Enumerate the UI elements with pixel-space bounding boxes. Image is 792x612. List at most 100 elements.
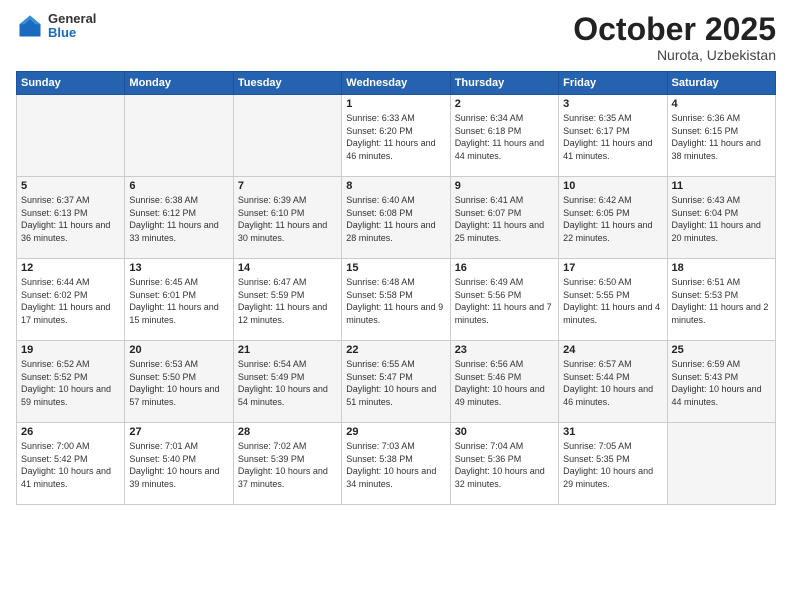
day-info: Sunrise: 6:43 AMSunset: 6:04 PMDaylight:… [672,194,771,244]
calendar-cell: 21Sunrise: 6:54 AMSunset: 5:49 PMDayligh… [233,341,341,423]
calendar-row-2: 5Sunrise: 6:37 AMSunset: 6:13 PMDaylight… [17,177,776,259]
calendar-cell: 5Sunrise: 6:37 AMSunset: 6:13 PMDaylight… [17,177,125,259]
day-number: 13 [129,262,228,274]
weekday-header-saturday: Saturday [667,72,775,95]
day-info: Sunrise: 6:41 AMSunset: 6:07 PMDaylight:… [455,194,554,244]
calendar-cell: 8Sunrise: 6:40 AMSunset: 6:08 PMDaylight… [342,177,450,259]
weekday-header-sunday: Sunday [17,72,125,95]
day-number: 21 [238,344,337,356]
day-number: 2 [455,98,554,110]
day-info: Sunrise: 6:38 AMSunset: 6:12 PMDaylight:… [129,194,228,244]
day-info: Sunrise: 6:52 AMSunset: 5:52 PMDaylight:… [21,358,120,408]
day-info: Sunrise: 6:51 AMSunset: 5:53 PMDaylight:… [672,276,771,326]
day-info: Sunrise: 6:42 AMSunset: 6:05 PMDaylight:… [563,194,662,244]
calendar-cell [125,95,233,177]
day-info: Sunrise: 7:03 AMSunset: 5:38 PMDaylight:… [346,440,445,490]
calendar-cell: 26Sunrise: 7:00 AMSunset: 5:42 PMDayligh… [17,423,125,505]
day-info: Sunrise: 7:04 AMSunset: 5:36 PMDaylight:… [455,440,554,490]
day-number: 14 [238,262,337,274]
calendar-cell: 24Sunrise: 6:57 AMSunset: 5:44 PMDayligh… [559,341,667,423]
day-number: 8 [346,180,445,192]
day-number: 17 [563,262,662,274]
day-info: Sunrise: 7:05 AMSunset: 5:35 PMDaylight:… [563,440,662,490]
day-number: 6 [129,180,228,192]
calendar-cell: 23Sunrise: 6:56 AMSunset: 5:46 PMDayligh… [450,341,558,423]
calendar-cell: 12 Sunrise: 6:44 AMSunset: 6:02 PMDayligh… [17,259,125,341]
calendar-cell: 6 Sunrise: 6:38 AMSunset: 6:12 PMDaylight… [125,177,233,259]
calendar-cell: 16 Sunrise: 6:49 AMSunset: 5:56 PMDayligh… [450,259,558,341]
day-info: Sunrise: 6:44 AMSunset: 6:02 PMDaylight:… [21,276,120,326]
logo-icon [16,12,44,40]
day-info: Sunrise: 6:39 AMSunset: 6:10 PMDaylight:… [238,194,337,244]
day-info: Sunrise: 7:01 AMSunset: 5:40 PMDaylight:… [129,440,228,490]
calendar-cell: 3 Sunrise: 6:35 AMSunset: 6:17 PMDaylight… [559,95,667,177]
day-number: 19 [21,344,120,356]
calendar-row-1: 1 Sunrise: 6:33 AMSunset: 6:20 PMDaylight… [17,95,776,177]
day-number: 22 [346,344,445,356]
calendar-cell: 22 Sunrise: 6:55 AMSunset: 5:47 PMDayligh… [342,341,450,423]
day-info: Sunrise: 6:57 AMSunset: 5:44 PMDaylight:… [563,358,662,408]
day-number: 20 [129,344,228,356]
calendar-cell: 14 Sunrise: 6:47 AMSunset: 5:59 PMDayligh… [233,259,341,341]
day-info: Sunrise: 6:55 AMSunset: 5:47 PMDaylight:… [346,358,445,408]
title-area: October 2025 Nurota, Uzbekistan [573,12,776,63]
day-info: Sunrise: 7:02 AMSunset: 5:39 PMDaylight:… [238,440,337,490]
day-number: 3 [563,98,662,110]
header: General Blue October 2025 Nurota, Uzbeki… [16,12,776,63]
calendar-cell: 1 Sunrise: 6:33 AMSunset: 6:20 PMDaylight… [342,95,450,177]
weekday-header-friday: Friday [559,72,667,95]
day-info: Sunrise: 7:00 AMSunset: 5:42 PMDaylight:… [21,440,120,490]
calendar-cell: 11 Sunrise: 6:43 AMSunset: 6:04 PMDayligh… [667,177,775,259]
calendar-cell: 29Sunrise: 7:03 AMSunset: 5:38 PMDayligh… [342,423,450,505]
day-number: 5 [21,180,120,192]
day-number: 30 [455,426,554,438]
day-number: 12 [21,262,120,274]
day-info: Sunrise: 6:53 AMSunset: 5:50 PMDaylight:… [129,358,228,408]
day-number: 11 [672,180,771,192]
calendar-row-5: 26Sunrise: 7:00 AMSunset: 5:42 PMDayligh… [17,423,776,505]
month-title: October 2025 [573,12,776,47]
day-number: 4 [672,98,771,110]
calendar-cell: 9 Sunrise: 6:41 AMSunset: 6:07 PMDaylight… [450,177,558,259]
calendar-cell: 28Sunrise: 7:02 AMSunset: 5:39 PMDayligh… [233,423,341,505]
day-info: Sunrise: 6:33 AMSunset: 6:20 PMDaylight:… [346,112,445,162]
calendar-cell: 17 Sunrise: 6:50 AMSunset: 5:55 PMDayligh… [559,259,667,341]
weekday-header-wednesday: Wednesday [342,72,450,95]
logo: General Blue [16,12,96,41]
calendar-cell: 30 Sunrise: 7:04 AMSunset: 5:36 PMDayligh… [450,423,558,505]
day-info: Sunrise: 6:50 AMSunset: 5:55 PMDaylight:… [563,276,662,326]
day-info: Sunrise: 6:49 AMSunset: 5:56 PMDaylight:… [455,276,554,326]
calendar-cell: 20 Sunrise: 6:53 AMSunset: 5:50 PMDayligh… [125,341,233,423]
calendar-table: SundayMondayTuesdayWednesdayThursdayFrid… [16,71,776,505]
location-subtitle: Nurota, Uzbekistan [573,47,776,63]
calendar-row-3: 12 Sunrise: 6:44 AMSunset: 6:02 PMDayligh… [17,259,776,341]
day-number: 10 [563,180,662,192]
day-info: Sunrise: 6:36 AMSunset: 6:15 PMDaylight:… [672,112,771,162]
weekday-header-row: SundayMondayTuesdayWednesdayThursdayFrid… [17,72,776,95]
day-info: Sunrise: 6:47 AMSunset: 5:59 PMDaylight:… [238,276,337,326]
calendar-cell: 15 Sunrise: 6:48 AMSunset: 5:58 PMDayligh… [342,259,450,341]
calendar-cell: 13Sunrise: 6:45 AMSunset: 6:01 PMDayligh… [125,259,233,341]
day-number: 9 [455,180,554,192]
day-number: 18 [672,262,771,274]
day-number: 1 [346,98,445,110]
logo-blue-text: Blue [48,26,96,40]
day-number: 31 [563,426,662,438]
day-info: Sunrise: 6:34 AMSunset: 6:18 PMDaylight:… [455,112,554,162]
weekday-header-thursday: Thursday [450,72,558,95]
calendar-cell: 27Sunrise: 7:01 AMSunset: 5:40 PMDayligh… [125,423,233,505]
weekday-header-monday: Monday [125,72,233,95]
weekday-header-tuesday: Tuesday [233,72,341,95]
calendar-cell: 7 Sunrise: 6:39 AMSunset: 6:10 PMDaylight… [233,177,341,259]
day-info: Sunrise: 6:48 AMSunset: 5:58 PMDaylight:… [346,276,445,326]
day-number: 25 [672,344,771,356]
day-number: 7 [238,180,337,192]
day-number: 15 [346,262,445,274]
calendar-cell: 25Sunrise: 6:59 AMSunset: 5:43 PMDayligh… [667,341,775,423]
day-info: Sunrise: 6:35 AMSunset: 6:17 PMDaylight:… [563,112,662,162]
calendar-cell: 19 Sunrise: 6:52 AMSunset: 5:52 PMDayligh… [17,341,125,423]
day-number: 16 [455,262,554,274]
day-number: 23 [455,344,554,356]
calendar-row-4: 19 Sunrise: 6:52 AMSunset: 5:52 PMDayligh… [17,341,776,423]
logo-text: General Blue [48,12,96,41]
